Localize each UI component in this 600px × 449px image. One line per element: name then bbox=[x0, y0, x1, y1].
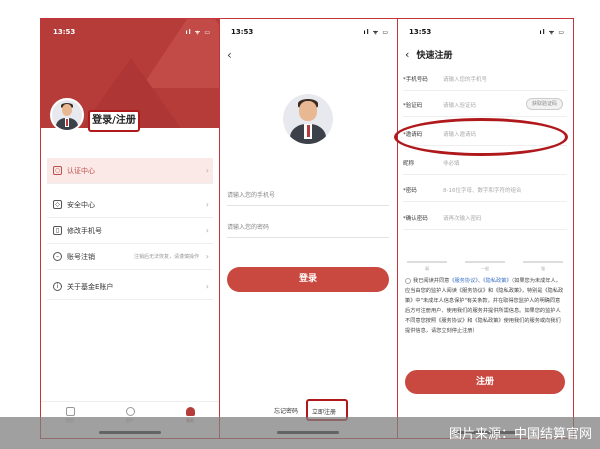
strength-weak: 弱 bbox=[407, 261, 447, 272]
phone-icon: ▯ bbox=[53, 226, 62, 235]
status-time: 13:53 bbox=[231, 28, 254, 36]
menu-label: 修改手机号 bbox=[67, 226, 102, 235]
menu-group-1: ○ 认证中心 › bbox=[47, 158, 213, 184]
menu-group-3: i 关于基金E账户 › bbox=[47, 274, 213, 300]
chevron-right-icon: › bbox=[205, 200, 209, 209]
divider bbox=[219, 18, 220, 439]
avatar bbox=[283, 94, 333, 144]
agreement-text: 我已阅读并同意《服务协议》、《隐私政策》（如果您为未成年人，应当由您的监护人阅读… bbox=[405, 277, 564, 334]
menu-item-cancel-account[interactable]: – 账号注销 注销后无法恢复，请谨慎操作 › bbox=[47, 244, 213, 270]
invite-code-highlight bbox=[394, 118, 568, 156]
confirm-password-input[interactable]: 请再次输入密码 bbox=[443, 214, 482, 222]
menu-item-about[interactable]: i 关于基金E账户 › bbox=[47, 274, 213, 300]
home-icon bbox=[65, 407, 75, 416]
assets-icon bbox=[125, 407, 135, 416]
status-bar: 13:53 ıl ᯤ ▭ bbox=[219, 28, 397, 40]
forgot-password-link[interactable]: 忘记密码 bbox=[274, 406, 298, 415]
back-chevron-icon[interactable]: ‹ bbox=[227, 48, 232, 62]
avatar[interactable] bbox=[50, 98, 84, 132]
menu-label: 认证中心 bbox=[67, 166, 95, 175]
shield-icon: ◇ bbox=[53, 200, 62, 209]
password-input[interactable]: 请输入您的密码 bbox=[227, 222, 389, 238]
code-row[interactable]: *验证码 请输入验证码 获取验证码 bbox=[403, 93, 567, 117]
profile-icon bbox=[185, 407, 195, 416]
menu-group-2: ◇ 安全中心 › ▯ 修改手机号 › – 账号注销 注销后无法恢复，请谨慎操作 … bbox=[47, 192, 213, 270]
login-register-button[interactable]: 登录/注册 bbox=[88, 110, 140, 132]
menu-hint: 注销后无法恢复，请谨慎操作 bbox=[133, 254, 199, 260]
strength-medium: 一般 bbox=[465, 261, 505, 272]
source-watermark: 图片来源：中国结算官网 bbox=[0, 417, 600, 449]
register-button[interactable]: 注册 bbox=[405, 370, 565, 394]
password-row[interactable]: *密码 8-16位字母、数字和字符的组合 bbox=[403, 178, 567, 202]
status-icons: ıl ᯤ ▭ bbox=[539, 29, 565, 36]
menu-item-change-phone[interactable]: ▯ 修改手机号 › bbox=[47, 218, 213, 244]
status-bar: 13:53 ıl ᯤ ▭ bbox=[41, 28, 219, 40]
chevron-right-icon: › bbox=[205, 282, 209, 291]
status-icons: ıl ᯤ ▭ bbox=[185, 29, 211, 36]
divider bbox=[397, 18, 398, 439]
menu-label: 关于基金E账户 bbox=[67, 282, 114, 291]
cancel-icon: – bbox=[53, 252, 62, 261]
menu-label: 账号注销 bbox=[67, 252, 95, 261]
phone-row[interactable]: *手机号码 请输入您的手机号 bbox=[403, 67, 567, 91]
chevron-right-icon: › bbox=[205, 226, 209, 235]
status-icons: ıl ᯤ ▭ bbox=[363, 29, 389, 36]
menu-item-security[interactable]: ◇ 安全中心 › bbox=[47, 192, 213, 218]
menu-label: 安全中心 bbox=[67, 200, 95, 209]
page-title: ‹ 快速注册 bbox=[405, 48, 453, 61]
user-icon: ○ bbox=[53, 166, 62, 175]
service-agreement-link[interactable]: 《服务协议》 bbox=[449, 278, 478, 284]
confirm-password-row[interactable]: *确认密码 请再次输入密码 bbox=[403, 206, 567, 230]
nickname-input[interactable]: 非必填 bbox=[443, 159, 460, 167]
status-time: 13:53 bbox=[409, 28, 432, 36]
strength-strong: 强 bbox=[523, 261, 563, 272]
phone-input[interactable]: 请输入您的手机号 bbox=[443, 75, 487, 83]
status-time: 13:53 bbox=[53, 28, 76, 36]
menu-item-certification[interactable]: ○ 认证中心 › bbox=[47, 158, 213, 184]
chevron-right-icon: › bbox=[205, 252, 209, 261]
login-button[interactable]: 登录 bbox=[227, 267, 389, 292]
screen-profile: 13:53 ıl ᯤ ▭ ○ 认证中心 › ◇ 安全中心 › ▯ 修改手机号 ›… bbox=[41, 18, 219, 439]
status-bar: 13:53 ıl ᯤ ▭ bbox=[397, 28, 573, 40]
screen-register: 13:53 ıl ᯤ ▭ ‹ 快速注册 *手机号码 请输入您的手机号 *验证码 … bbox=[397, 18, 573, 439]
phone-input[interactable]: 请输入您的手机号 bbox=[227, 190, 389, 206]
info-icon: i bbox=[53, 282, 62, 291]
code-input[interactable]: 请输入验证码 bbox=[443, 101, 476, 109]
privacy-policy-link[interactable]: 《隐私政策》 bbox=[483, 278, 512, 284]
password-input[interactable]: 8-16位字母、数字和字符的组合 bbox=[443, 186, 521, 194]
agree-checkbox[interactable] bbox=[405, 277, 411, 284]
screen-login: 13:53 ıl ᯤ ▭ ‹ 请输入您的手机号 请输入您的密码 登录 忘记密码 bbox=[219, 18, 397, 439]
chevron-right-icon: › bbox=[205, 166, 209, 175]
get-code-button[interactable]: 获取验证码 bbox=[525, 98, 563, 110]
back-chevron-icon[interactable]: ‹ bbox=[405, 48, 409, 61]
